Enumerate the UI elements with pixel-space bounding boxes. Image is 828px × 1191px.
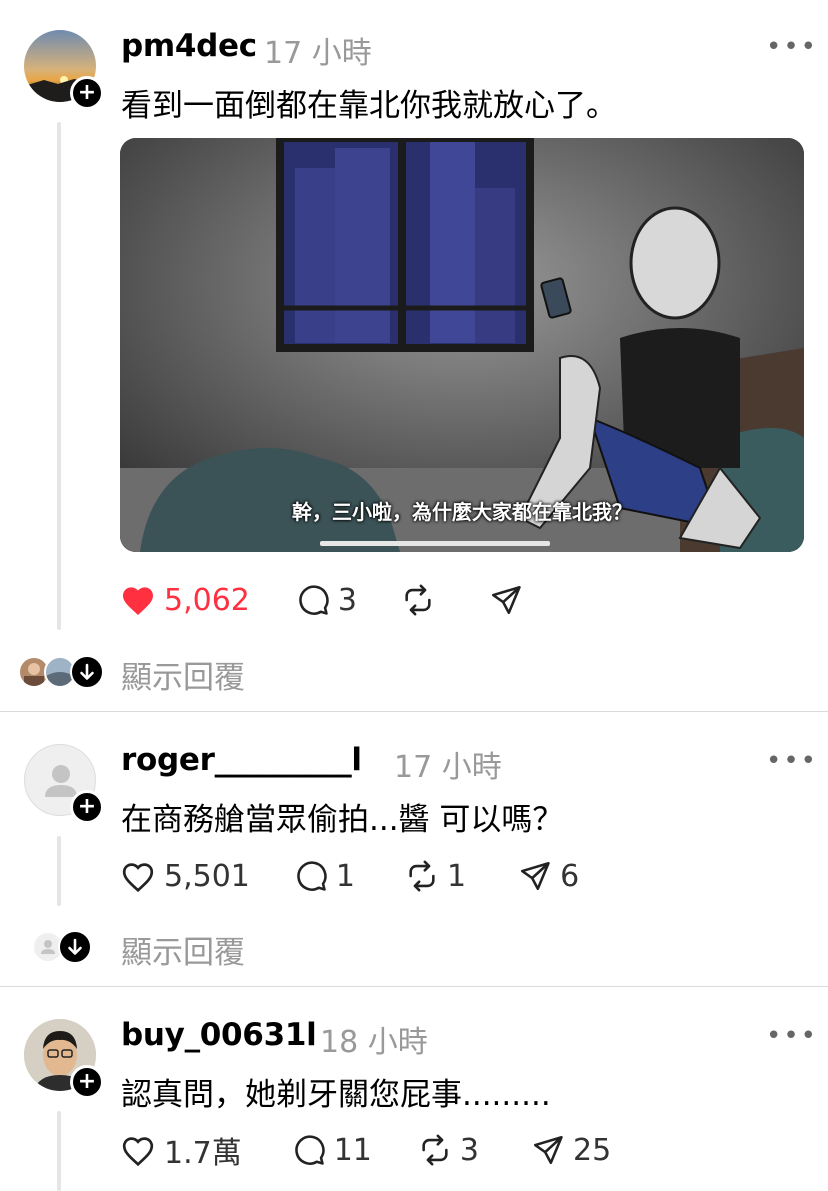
show-replies-label[interactable]: 顯示回覆: [121, 927, 245, 972]
thread-line: [57, 1111, 61, 1191]
share-count: 25: [573, 1132, 612, 1168]
divider: [0, 711, 828, 712]
username[interactable]: buy_00631l: [121, 1017, 317, 1053]
like-button[interactable]: 5,062: [120, 583, 250, 618]
thread-line: [57, 122, 61, 630]
heart-icon: [122, 863, 154, 893]
heart-icon: [123, 587, 153, 615]
arrow-down-icon: [58, 930, 92, 964]
more-icon[interactable]: •••: [766, 746, 818, 776]
like-count: 1.7萬: [164, 1136, 242, 1171]
comment-icon: [299, 585, 329, 615]
share-count: 6: [560, 858, 580, 894]
like-button[interactable]: 5,501: [120, 859, 250, 894]
comment-button[interactable]: 11: [292, 1133, 372, 1168]
like-button[interactable]: 1.7萬: [120, 1128, 242, 1172]
username[interactable]: pm4dec: [121, 28, 257, 64]
share-button[interactable]: [489, 583, 531, 617]
show-replies-label[interactable]: 顯示回覆: [121, 652, 245, 697]
like-count: 5,501: [164, 858, 250, 894]
more-icon[interactable]: •••: [766, 32, 818, 62]
meme-illustration: [120, 138, 804, 552]
follow-plus-icon[interactable]: +: [70, 1065, 104, 1099]
post-text: 在商務艙當眾偷拍...醬 可以嗎？: [121, 802, 564, 838]
repost-count: 1: [446, 858, 467, 894]
thread-line: [57, 836, 61, 906]
repost-button[interactable]: 1: [405, 859, 466, 894]
divider: [0, 986, 828, 987]
media-caption: 幹，三小啦，為什麼大家都在靠北我？: [292, 500, 632, 524]
repost-button[interactable]: [401, 583, 443, 617]
post-media[interactable]: 幹，三小啦，為什麼大家都在靠北我？: [120, 138, 804, 552]
comment-button[interactable]: 3: [296, 583, 357, 618]
follow-plus-icon[interactable]: +: [70, 76, 104, 110]
comment-icon: [294, 1135, 325, 1165]
share-icon: [533, 1135, 563, 1165]
username[interactable]: roger_________l: [121, 742, 362, 778]
timestamp: 17 小時: [264, 36, 372, 71]
reply-count: 11: [333, 1132, 372, 1168]
heart-icon: [122, 1137, 154, 1167]
post-text: 看到一面倒都在靠北你我就放心了。: [121, 88, 617, 124]
repost-count: 3: [459, 1132, 479, 1168]
share-icon: [521, 861, 550, 891]
arrow-down-icon: [70, 655, 104, 689]
post-actions: 5,501 1 1 6: [120, 854, 579, 898]
comment-icon: [297, 861, 327, 891]
comment-button[interactable]: 1: [294, 859, 355, 894]
like-count: 5,062: [164, 582, 250, 618]
timestamp: 18 小時: [320, 1025, 428, 1060]
follow-plus-icon[interactable]: +: [70, 790, 104, 824]
share-icon: [491, 585, 521, 615]
share-button[interactable]: 25: [531, 1133, 611, 1168]
repost-icon: [422, 1134, 448, 1166]
post-actions: 1.7萬 11 3 25: [120, 1128, 611, 1172]
share-button[interactable]: 6: [518, 859, 579, 894]
reply-count: 3: [337, 582, 357, 618]
more-icon[interactable]: •••: [766, 1021, 818, 1051]
repost-button[interactable]: 3: [418, 1133, 479, 1168]
repost-icon: [405, 584, 431, 616]
post-text: 認真問，她剃牙關您屁事.........: [121, 1077, 551, 1113]
post-actions: 5,062 3: [120, 578, 531, 622]
repost-icon: [409, 860, 435, 892]
timestamp: 17 小時: [394, 750, 502, 785]
reply-count: 1: [335, 858, 355, 894]
